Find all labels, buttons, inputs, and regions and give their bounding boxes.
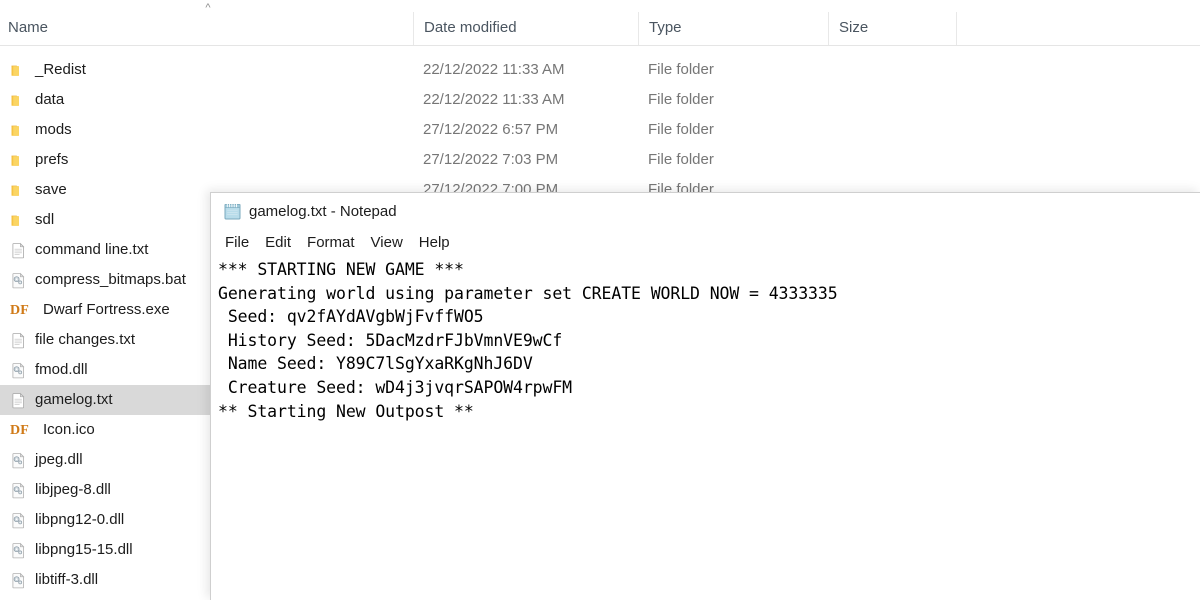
file-name-wrapper: mods: [10, 115, 410, 145]
file-list-row[interactable]: mods 27/12/2022 6:57 PM File folder: [0, 115, 1200, 145]
file-size-cell: [838, 85, 970, 115]
dll-file-icon: [10, 362, 27, 379]
notepad-menu-bar[interactable]: File Edit Format View Help: [211, 229, 1200, 256]
notepad-text-line: *** STARTING NEW GAME ***: [218, 260, 464, 279]
file-name-label: libpng15-15.dll: [35, 541, 133, 558]
file-name-label: mods: [35, 121, 72, 138]
text-file-icon: [10, 242, 27, 259]
file-name-label: Icon.ico: [43, 421, 95, 438]
notepad-menu-view[interactable]: View: [369, 233, 405, 252]
file-name-label: libtiff-5.dll: [35, 595, 98, 600]
file-type-cell: File folder: [648, 91, 714, 108]
column-header-spacer: [956, 12, 957, 45]
text-file-icon: [10, 392, 27, 409]
file-date-modified-cell: 22/12/2022 11:33 AM: [423, 91, 565, 108]
file-list-row[interactable]: data 22/12/2022 11:33 AM File folder: [0, 85, 1200, 115]
folder-icon: [10, 182, 27, 199]
file-name-label: save: [35, 181, 67, 198]
column-header-date-modified[interactable]: Date modified: [413, 12, 638, 45]
notepad-text-line: Seed: qv2fAYdAVgbWjFvffWO5: [218, 307, 484, 327]
column-header-type[interactable]: Type: [638, 12, 828, 45]
notepad-menu-file[interactable]: File: [223, 233, 251, 252]
file-name-label: fmod.dll: [35, 361, 88, 378]
notepad-menu-help[interactable]: Help: [417, 233, 452, 252]
folder-icon: [10, 62, 27, 79]
file-list-row[interactable]: prefs 27/12/2022 7:03 PM File folder: [0, 145, 1200, 175]
file-name-label: prefs: [35, 151, 69, 168]
column-header-row: Name Date modified Type Size: [0, 12, 1200, 46]
file-name-label: data: [35, 91, 65, 108]
notepad-title-bar[interactable]: gamelog.txt - Notepad: [211, 193, 1200, 229]
file-name-label: jpeg.dll: [35, 451, 83, 468]
file-size-cell: [838, 145, 970, 175]
file-date-modified-cell: 22/12/2022 11:33 AM: [423, 61, 565, 78]
text-file-icon: [10, 332, 27, 349]
column-header-size[interactable]: Size: [828, 12, 956, 45]
file-name-cell[interactable]: _Redist: [10, 55, 410, 85]
file-name-label: sdl: [35, 211, 55, 228]
file-list-row[interactable]: _Redist 22/12/2022 11:33 AM File folder: [0, 55, 1200, 85]
file-name-label: compress_bitmaps.bat: [35, 271, 186, 288]
dll-file-icon: [10, 512, 27, 529]
file-name-cell[interactable]: prefs: [10, 145, 410, 175]
notepad-menu-edit[interactable]: Edit: [263, 233, 293, 252]
file-name-label: libtiff-3.dll: [35, 571, 99, 588]
file-name-cell[interactable]: mods: [10, 115, 410, 145]
notepad-icon: [223, 202, 242, 221]
dll-file-icon: [10, 452, 27, 469]
column-header-name[interactable]: Name: [0, 12, 413, 45]
file-name-wrapper: data: [10, 85, 410, 115]
notepad-text-line: ** Starting New Outpost **: [218, 401, 474, 421]
notepad-text-line: History Seed: 5DacMzdrFJbVmnVE9wCf: [218, 330, 563, 350]
file-type-cell: File folder: [648, 121, 714, 138]
file-name-cell[interactable]: data: [10, 85, 410, 115]
notepad-text-line: Generating world using parameter set CRE…: [218, 283, 838, 303]
folder-icon: [10, 152, 27, 169]
notepad-window[interactable]: gamelog.txt - Notepad File Edit Format View…: [210, 192, 1200, 600]
file-size-cell: [838, 55, 970, 85]
file-name-wrapper: prefs: [10, 145, 410, 175]
notepad-menu-format[interactable]: Format: [305, 233, 357, 252]
dll-file-icon: [10, 482, 27, 499]
dwarf-fortress-ico-icon: DF: [10, 422, 30, 438]
dll-file-icon: [10, 572, 27, 589]
file-date-modified-cell: 27/12/2022 6:57 PM: [423, 121, 559, 138]
folder-icon: [10, 122, 27, 139]
folder-icon: [10, 212, 27, 229]
file-name-label: libpng12-0.dll: [35, 511, 125, 528]
file-name-wrapper: _Redist: [10, 55, 410, 85]
dwarf-fortress-exe-icon: DF: [10, 302, 30, 318]
file-type-cell: File folder: [648, 151, 714, 168]
screen: ^ Name Date modified Type Size _Redist 22…: [0, 0, 1200, 600]
file-size-cell: [838, 115, 970, 145]
file-name-label: _Redist: [35, 61, 86, 78]
notepad-text-line: Creature Seed: wD4j3jvqrSAPOW4rpwFM: [218, 377, 573, 397]
file-name-label: command line.txt: [35, 241, 149, 258]
file-name-label: libjpeg-8.dll: [35, 481, 111, 498]
script-file-icon: [10, 272, 27, 289]
file-type-cell: File folder: [648, 61, 714, 78]
notepad-text-line: Name Seed: Y89C7lSgYxaRKgNhJ6DV: [218, 354, 533, 374]
dll-file-icon: [10, 542, 27, 559]
file-date-modified-cell: 27/12/2022 7:03 PM: [423, 151, 559, 168]
notepad-title-text: gamelog.txt - Notepad: [249, 202, 397, 220]
notepad-text-area[interactable]: *** STARTING NEW GAME *** Generating worl…: [218, 258, 1193, 598]
file-name-label: gamelog.txt: [35, 391, 113, 408]
file-name-label: Dwarf Fortress.exe: [43, 301, 170, 318]
folder-icon: [10, 92, 27, 109]
file-name-label: file changes.txt: [35, 331, 136, 348]
